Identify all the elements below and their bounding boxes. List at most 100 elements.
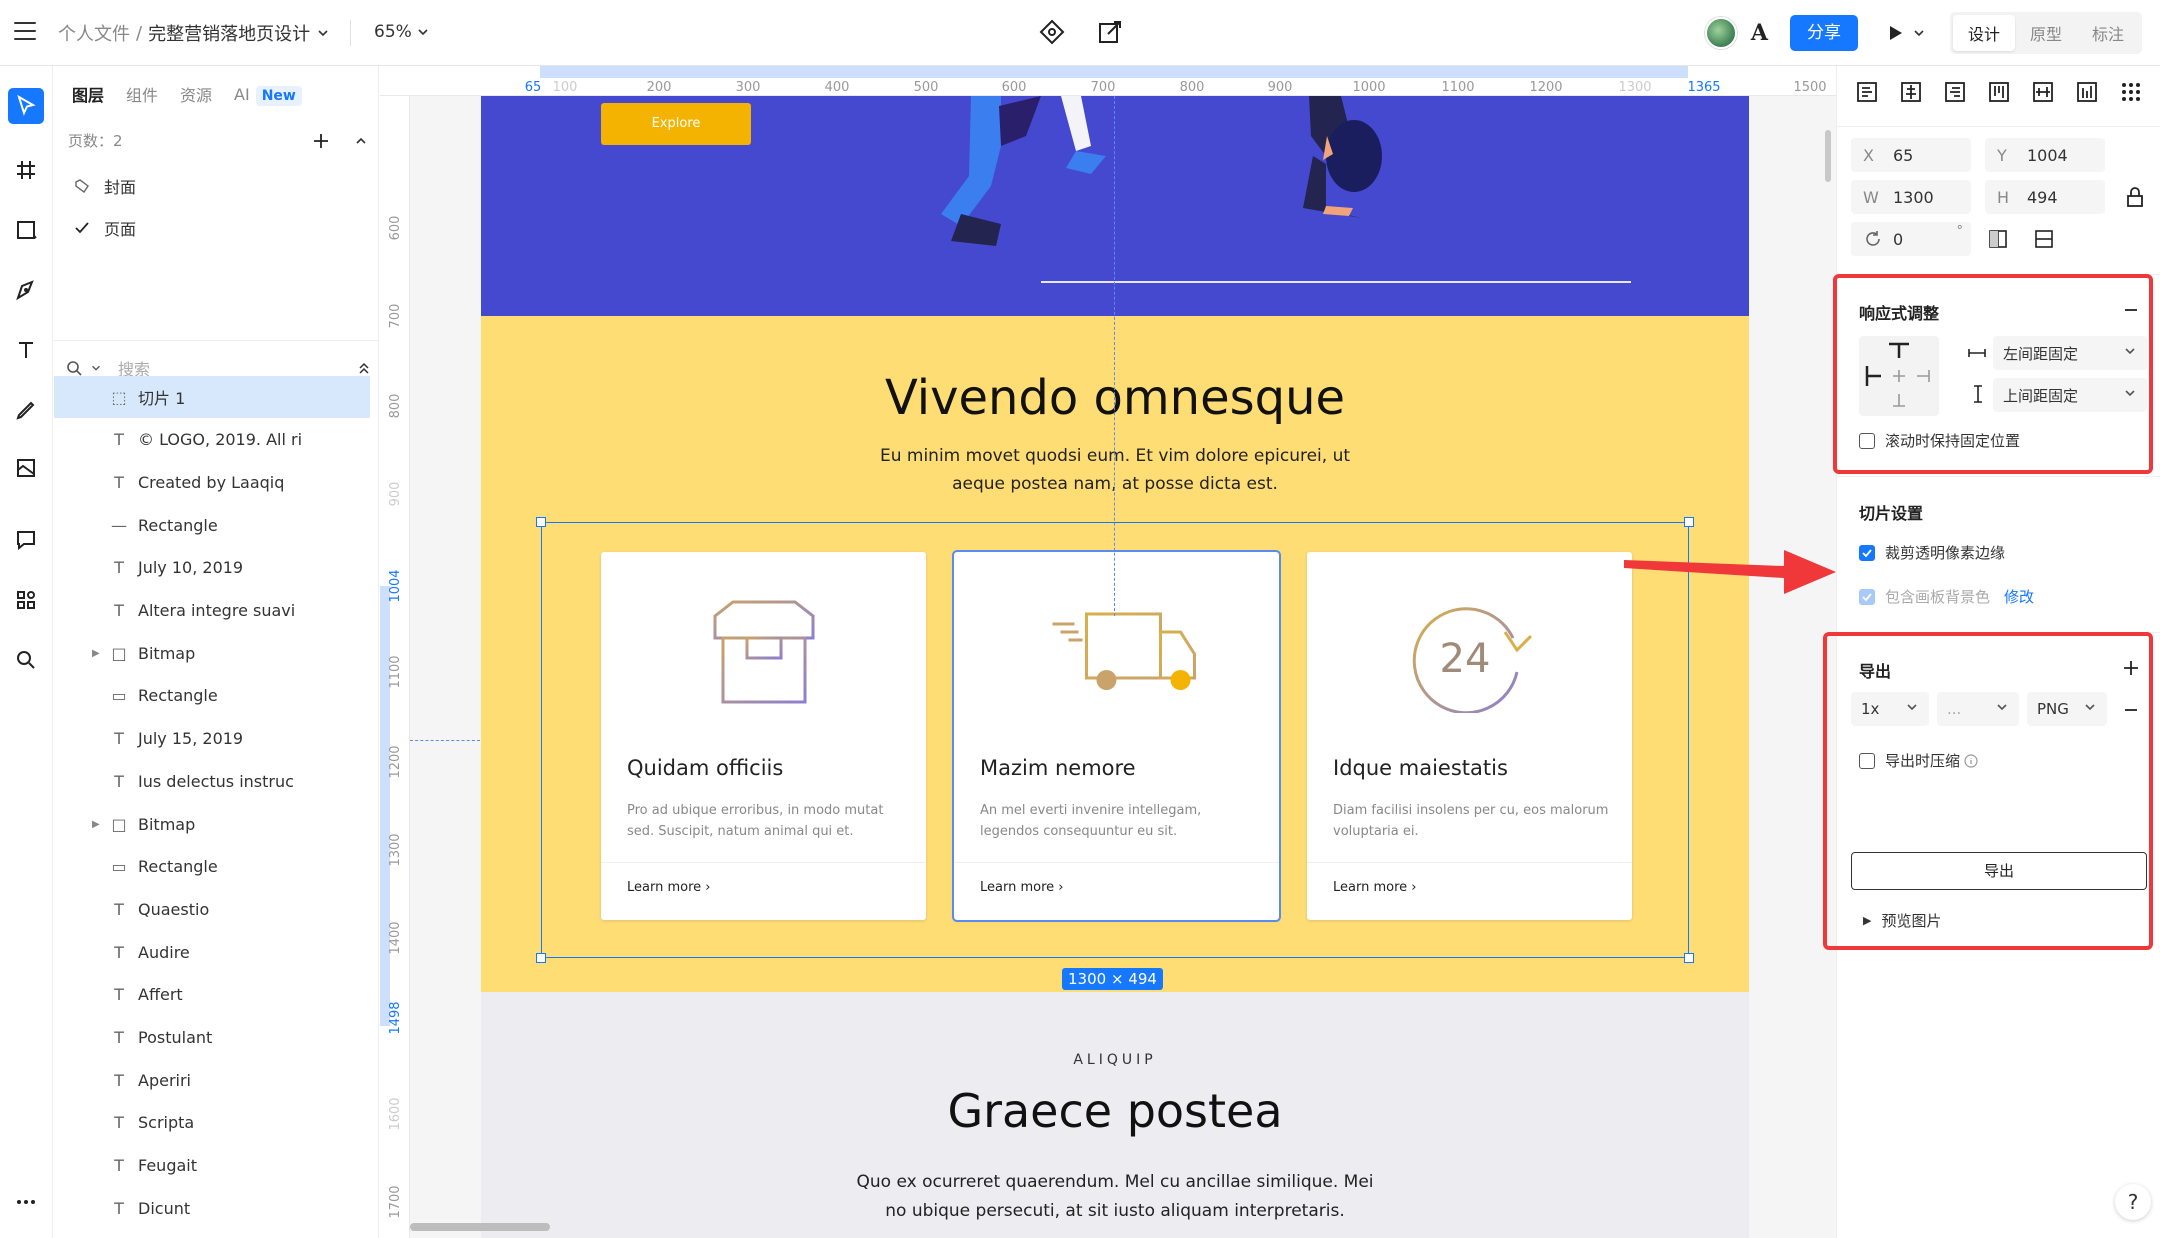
breadcrumb-root[interactable]: 个人文件 [58, 20, 130, 46]
align-center-v-icon[interactable] [2031, 80, 2055, 104]
mode-tabs: 设计 原型 标注 [1949, 12, 2142, 54]
layer-row[interactable]: T © LOGO, 2019. All ri [54, 419, 370, 461]
hero-section[interactable]: Explore [481, 96, 1749, 316]
preview-play-button[interactable] [1886, 24, 1926, 42]
file-name[interactable]: 完整营销落地页设计 [148, 20, 310, 46]
chevron-down-icon[interactable] [316, 26, 330, 40]
search-tool[interactable] [8, 642, 44, 678]
layer-row[interactable]: ▭ Rectangle [54, 675, 370, 717]
height-field[interactable]: H 494 [1985, 180, 2105, 214]
expand-caret-icon[interactable]: ▶ [92, 819, 108, 830]
align-bottom-icon[interactable] [2075, 80, 2099, 104]
vertical-scrollbar[interactable] [1825, 130, 1831, 182]
feature-subtitle: Eu minim movet quodsi eum. Et vim dolore… [879, 446, 1351, 494]
collapse-chevron-icon[interactable] [354, 134, 368, 148]
layer-row[interactable]: T Postulant [54, 1017, 370, 1059]
rotation-field[interactable]: 0 ° [1851, 222, 1971, 256]
expand-caret-icon[interactable]: ▶ [92, 648, 108, 659]
lock-icon[interactable] [2125, 186, 2145, 208]
comment-tool[interactable] [8, 522, 44, 558]
modify-link[interactable]: 修改 [2004, 586, 2034, 607]
font-a-icon[interactable]: A [1751, 20, 1768, 46]
edge-guide-line [410, 740, 480, 741]
layer-row[interactable]: ⬚ 切片 1 [54, 376, 370, 418]
width-field[interactable]: W 1300 [1851, 180, 1971, 214]
layer-row[interactable]: T Dicunt [54, 1187, 370, 1229]
layer-row[interactable]: T Feugait [54, 1145, 370, 1187]
avatar[interactable] [1704, 17, 1737, 49]
resize-handle[interactable] [536, 517, 546, 527]
image-tool[interactable] [8, 450, 44, 486]
layer-name: Feugait [138, 1156, 197, 1176]
layer-row[interactable]: T Ius delectus instruc [54, 760, 370, 802]
page-item-cover[interactable]: 封面 [74, 174, 136, 198]
layer-row[interactable]: T Created by Laaqiq [54, 461, 370, 503]
text-icon: T [114, 1028, 124, 1047]
horizontal-scrollbar[interactable] [410, 1223, 550, 1231]
ruler-tick: 1004 [388, 569, 403, 603]
resize-handle[interactable] [1684, 517, 1694, 527]
layer-row[interactable]: T Scripta [54, 1102, 370, 1144]
tab-annotate[interactable]: 标注 [2077, 15, 2139, 51]
explore-button[interactable]: Explore [601, 103, 751, 145]
pencil-tool[interactable] [8, 392, 44, 428]
text-icon: T [114, 558, 124, 578]
text-icon: T [114, 1198, 124, 1218]
pen-icon [16, 280, 34, 301]
hamburger-menu-icon[interactable] [14, 22, 36, 42]
ruler-tick: 1500 [1793, 80, 1827, 95]
trim-transparent-checkbox[interactable]: 裁剪透明像素边缘 [1859, 542, 2005, 563]
layer-row[interactable]: T Quaestio [54, 888, 370, 930]
text-icon: T [114, 1156, 124, 1176]
align-center-h-icon[interactable] [1899, 80, 1923, 104]
layer-row[interactable]: T July 15, 2019 [54, 718, 370, 760]
component-diamond-icon[interactable] [1038, 18, 1066, 46]
align-top-icon[interactable] [1987, 80, 2011, 104]
share-button[interactable]: 分享 [1789, 15, 1858, 51]
resize-handle[interactable] [1684, 953, 1694, 963]
layer-row[interactable]: ▶ □ Bitmap [54, 803, 370, 845]
plugins-tool[interactable] [8, 582, 44, 618]
text-tool[interactable] [8, 332, 44, 368]
help-button[interactable]: ? [2115, 1184, 2151, 1220]
rectangle-tool[interactable] [8, 212, 44, 248]
tab-assets[interactable]: 资源 [180, 82, 212, 106]
align-right-icon[interactable] [1943, 80, 1967, 104]
resize-handle[interactable] [536, 953, 546, 963]
selection-box[interactable] [536, 517, 1694, 963]
tab-components[interactable]: 组件 [126, 82, 158, 106]
frame-tool[interactable] [8, 152, 44, 188]
align-left-icon[interactable] [1855, 80, 1879, 104]
flip-vertical-icon[interactable] [2033, 228, 2055, 250]
layer-row[interactable]: T Affert [54, 974, 370, 1016]
tab-ai[interactable]: AI New [234, 85, 302, 106]
layer-row[interactable]: T Altera integre suavi [54, 590, 370, 632]
w-label: W [1863, 187, 1879, 207]
layer-row[interactable]: — Rectangle [54, 504, 370, 546]
tab-prototype[interactable]: 原型 [2015, 15, 2077, 51]
layer-row[interactable]: T Aperiri [54, 1059, 370, 1101]
more-tools[interactable] [8, 1184, 44, 1220]
collapse-all-icon[interactable] [357, 361, 371, 375]
canvas[interactable]: Explore Vivendo omnesque Eu minim movet … [380, 66, 1836, 1238]
select-tool[interactable] [8, 88, 44, 124]
pen-tool[interactable] [8, 272, 44, 308]
distribute-grid-icon[interactable] [2119, 80, 2143, 104]
layer-row[interactable]: ▭ Rectangle [54, 846, 370, 888]
tab-design[interactable]: 设计 [1952, 15, 2015, 51]
rotate-icon [1866, 231, 1880, 246]
tab-layers[interactable]: 图层 [72, 82, 104, 106]
edit-external-icon[interactable] [1096, 18, 1124, 46]
flip-horizontal-icon[interactable] [1987, 228, 2009, 250]
page-item-page[interactable]: 页面 [74, 216, 136, 240]
x-field[interactable]: X 65 [1851, 138, 1971, 172]
layer-row[interactable]: ▶ □ Bitmap [54, 632, 370, 674]
include-bg-checkbox[interactable]: 包含画板背景色 修改 [1859, 586, 2034, 607]
cursor-icon [17, 94, 36, 116]
zoom-control[interactable]: 65% [374, 22, 430, 42]
add-page-icon[interactable] [312, 132, 330, 150]
layer-row[interactable]: T Audire [54, 931, 370, 973]
layer-row[interactable]: T July 10, 2019 [54, 547, 370, 589]
ruler-tick: 600 [388, 215, 403, 241]
y-field[interactable]: Y 1004 [1985, 138, 2105, 172]
